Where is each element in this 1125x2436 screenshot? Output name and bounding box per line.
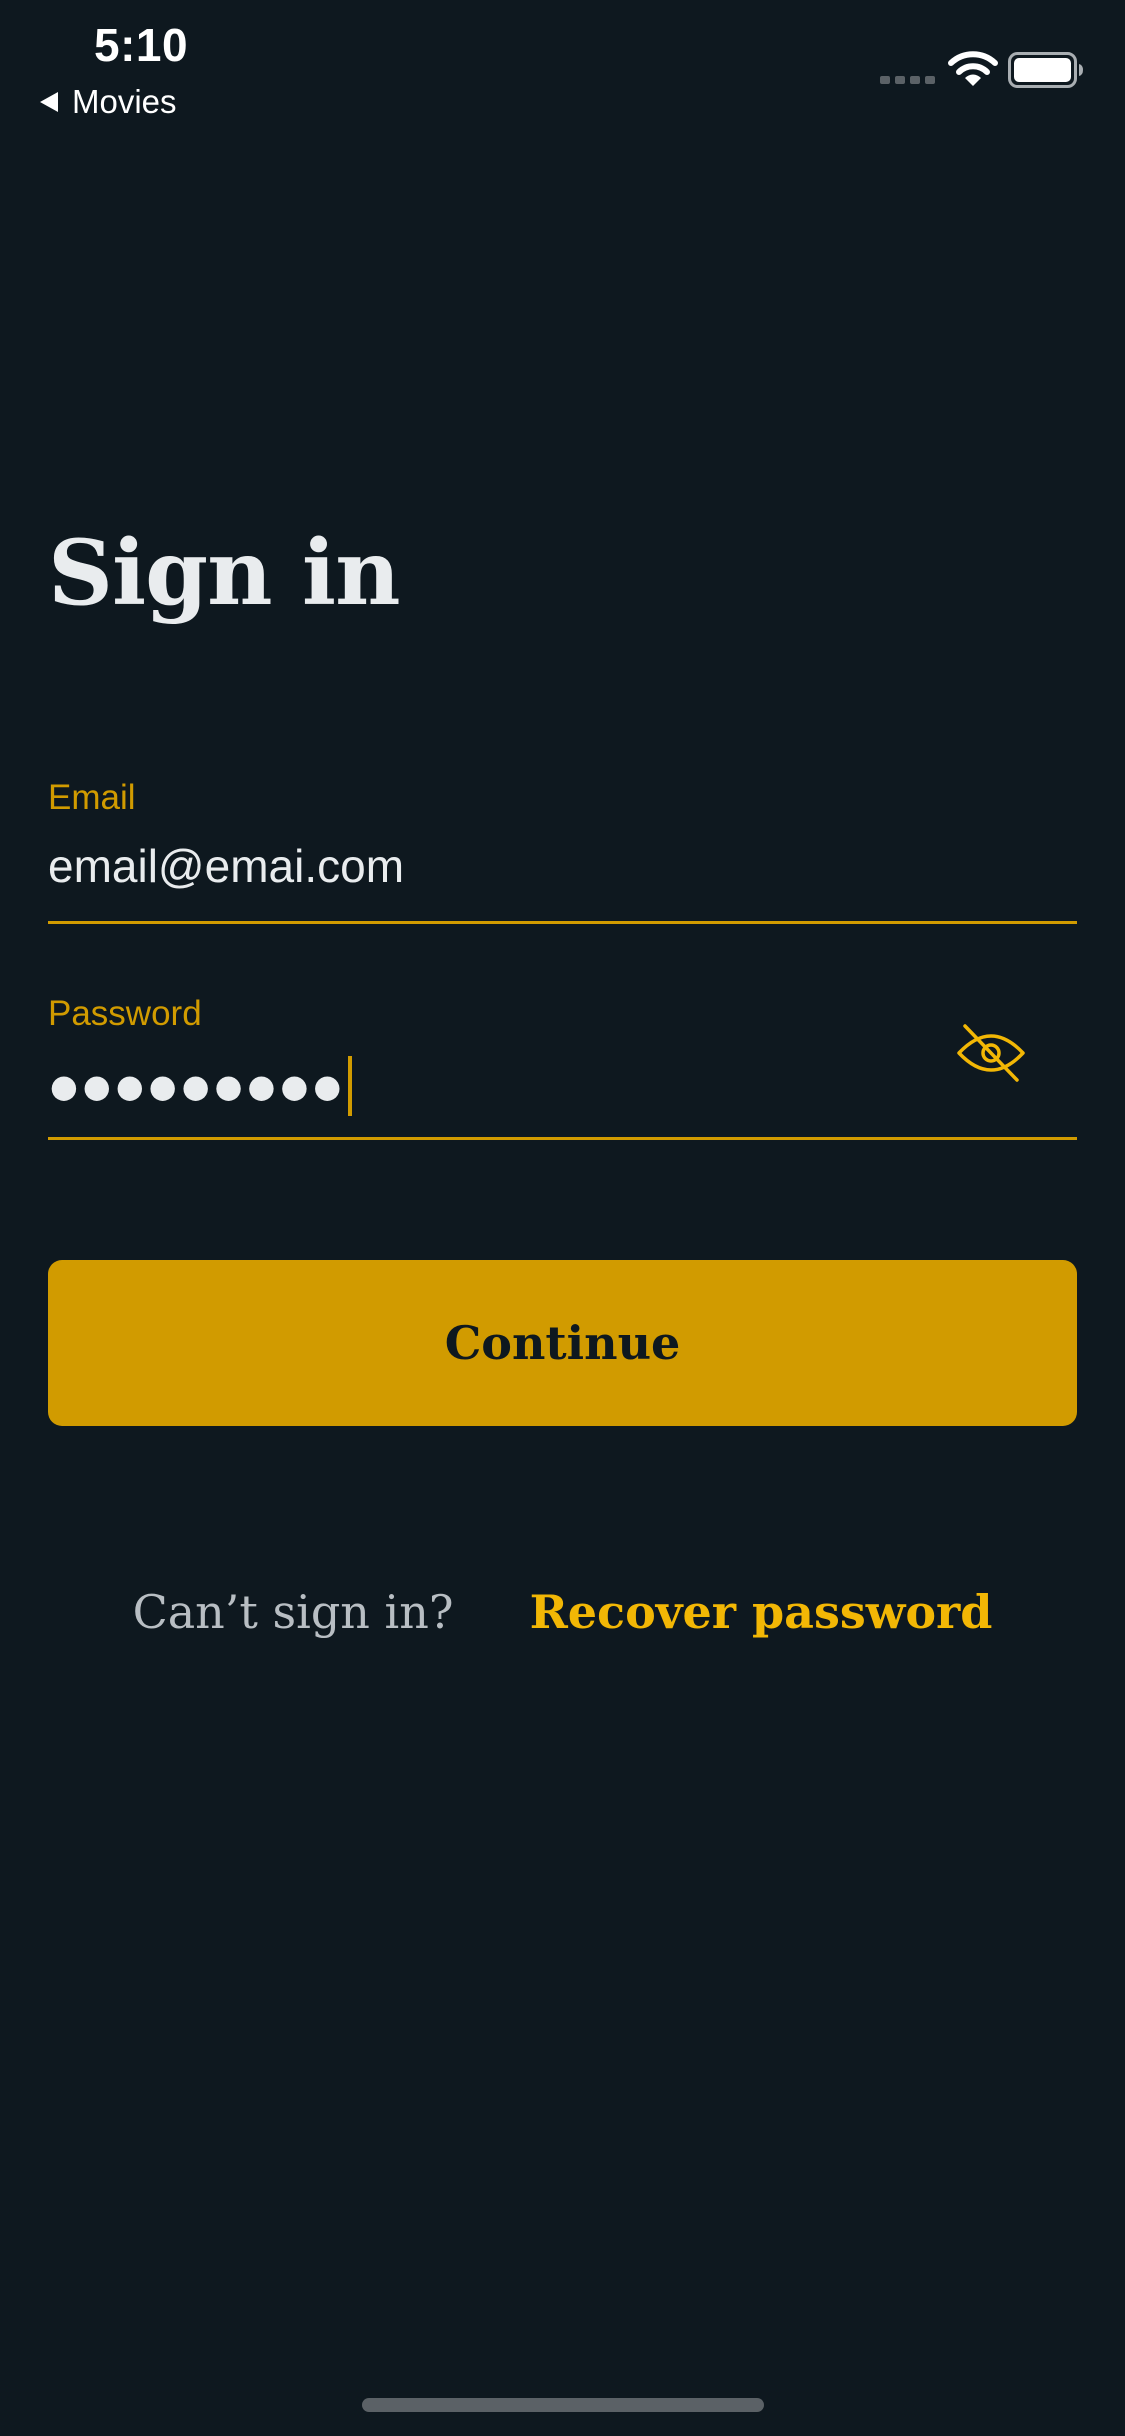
wifi-icon <box>948 51 998 86</box>
password-input[interactable]: ●●●●●●●●● <box>50 1056 353 1116</box>
recover-password-link[interactable]: Recover password <box>530 1585 993 1639</box>
email-input[interactable] <box>48 832 948 900</box>
email-field[interactable]: Email <box>48 778 1077 924</box>
password-field[interactable]: Password ●●●●●●●●● <box>48 994 1077 1140</box>
cellular-signal-icon <box>880 76 935 84</box>
home-indicator[interactable] <box>362 2398 764 2412</box>
back-to-movies-link[interactable]: Movies <box>38 80 177 124</box>
text-cursor <box>348 1056 353 1116</box>
password-label: Password <box>48 994 202 1033</box>
cant-sign-in-text: Can’t sign in? <box>132 1585 454 1639</box>
back-link-label: Movies <box>72 83 177 120</box>
status-time: 5:10 <box>94 19 189 71</box>
back-arrow-icon <box>40 92 58 112</box>
page-title: Sign in <box>48 520 401 626</box>
status-bar: 5:10 Movies <box>0 0 1125 140</box>
battery-icon <box>1008 52 1083 88</box>
help-row: Can’t sign in? Recover password <box>0 1580 1125 1644</box>
continue-button[interactable]: Continue <box>48 1260 1077 1426</box>
eye-off-icon[interactable] <box>955 1022 1027 1084</box>
email-label: Email <box>48 778 136 817</box>
password-masked-value: ●●●●●●●●● <box>50 1067 347 1105</box>
